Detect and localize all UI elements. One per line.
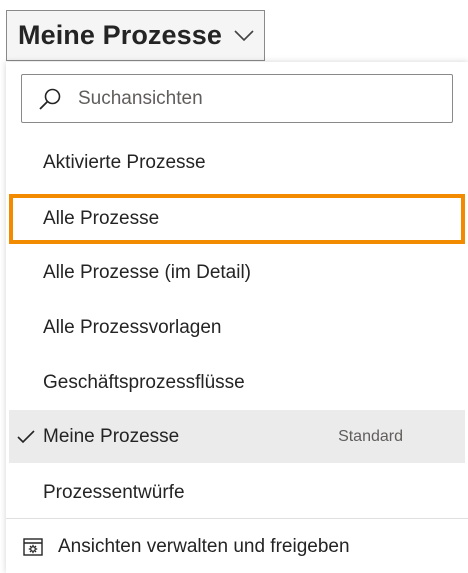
view-item-meine-prozesse[interactable]: Meine Prozesse Standard [9,410,465,463]
view-item-label: Alle Prozesse [43,208,160,229]
view-item-geschaeftsprozessfluesse[interactable]: Geschäftsprozessflüsse [9,358,465,408]
checkmark-icon [17,428,35,446]
view-item-label: Aktivierte Prozesse [43,152,206,173]
manage-views-button[interactable]: Ansichten verwalten und freigeben [9,525,465,569]
view-item-aktivierte-prozesse[interactable]: Aktivierte Prozesse [9,138,465,188]
view-item-label: Meine Prozesse [43,425,180,447]
view-item-label: Geschäftsprozessflüsse [43,372,245,393]
divider [6,518,468,519]
manage-views-label: Ansichten verwalten und freigeben [58,536,350,557]
view-selector-button[interactable]: Meine Prozesse [6,10,265,61]
search-icon [38,87,62,111]
search-box[interactable] [21,74,453,123]
view-item-prozessentwuerfe[interactable]: Prozessentwürfe [9,468,465,518]
default-view-badge: Standard [338,427,403,445]
view-selector-flyout: Aktivierte Prozesse Alle Prozesse Alle P… [6,62,468,573]
view-item-label: Alle Prozessvorlagen [43,317,222,338]
settings-view-icon [22,536,44,558]
view-item-label: Alle Prozesse (im Detail) [43,262,251,283]
search-input[interactable] [76,86,440,111]
view-item-alle-prozesse-im-detail[interactable]: Alle Prozesse (im Detail) [9,248,465,298]
view-item-alle-prozesse[interactable]: Alle Prozesse [9,194,465,244]
chevron-down-icon [234,26,254,46]
view-item-label: Prozessentwürfe [43,482,185,503]
current-view-label: Meine Prozesse [18,20,222,50]
view-item-alle-prozessvorlagen[interactable]: Alle Prozessvorlagen [9,303,465,353]
